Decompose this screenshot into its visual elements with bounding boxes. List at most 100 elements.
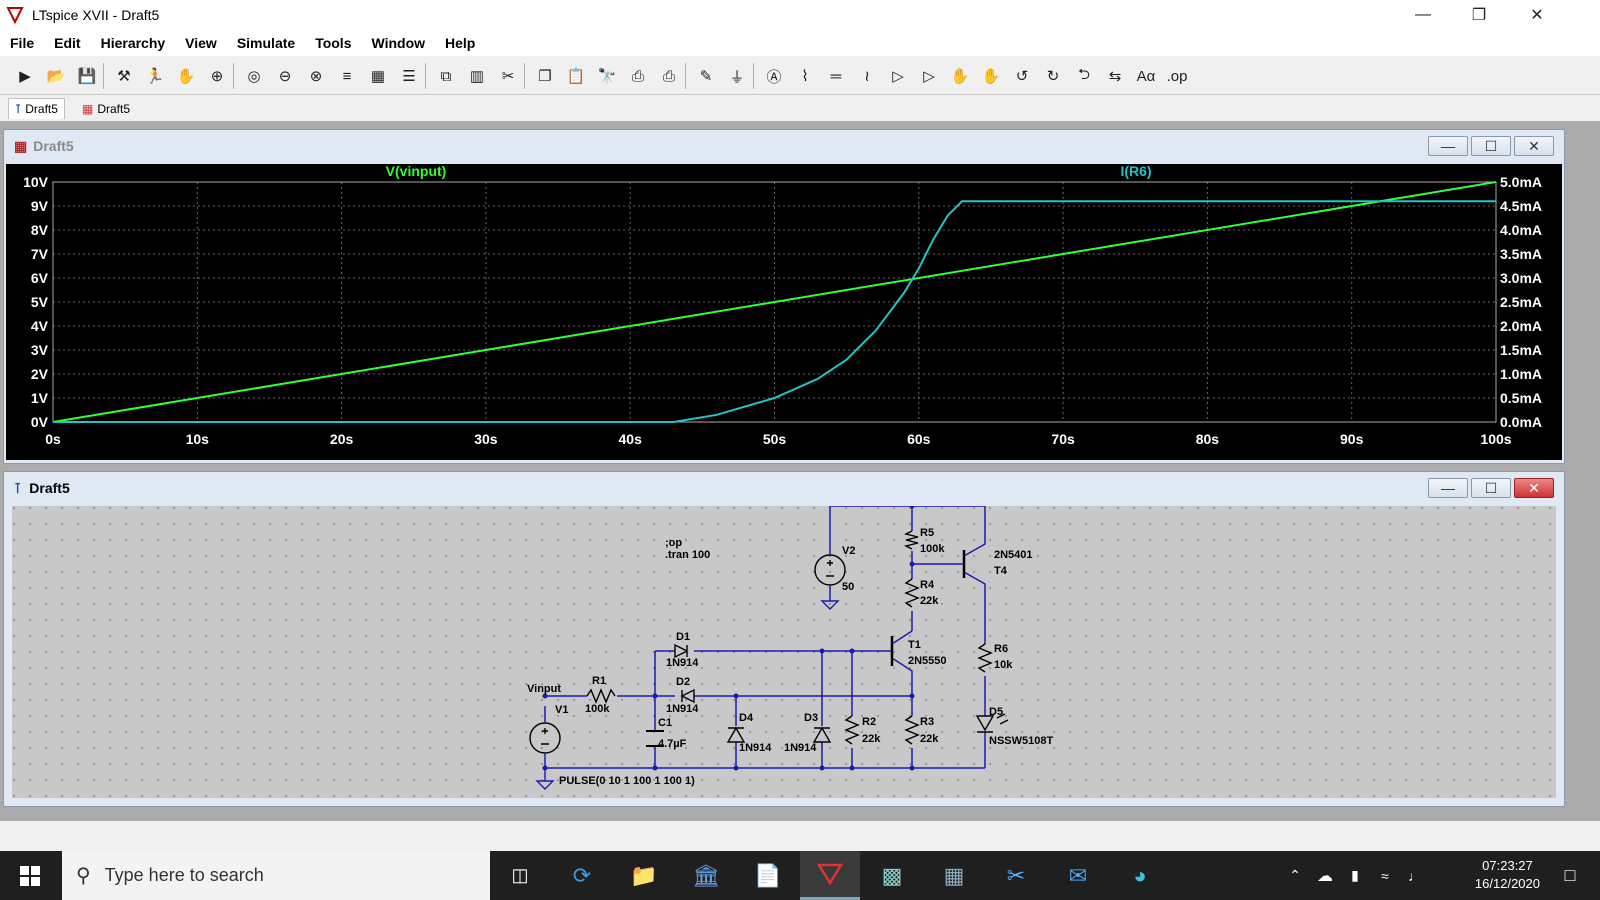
- label-r2-val[interactable]: 22k: [862, 733, 881, 745]
- wifi-icon[interactable]: ≈: [1370, 851, 1400, 900]
- rotate-icon[interactable]: ⮌: [1071, 63, 1097, 89]
- zoom-cancel-icon[interactable]: ⊗: [303, 63, 329, 89]
- waveform-close-button[interactable]: ✕: [1514, 136, 1554, 156]
- directive-tran[interactable]: .tran 100: [665, 549, 710, 561]
- minimize-window-button[interactable]: —: [1400, 0, 1446, 30]
- menu-hierarchy[interactable]: Hierarchy: [91, 35, 176, 51]
- document-app-icon[interactable]: 📄: [738, 851, 798, 900]
- volume-icon[interactable]: ♩: [1400, 851, 1430, 900]
- label-t1-val[interactable]: 2N5550: [908, 655, 947, 667]
- start-button[interactable]: [0, 851, 60, 900]
- label-d3-val[interactable]: 1N914: [784, 742, 817, 754]
- label-t1[interactable]: T1: [908, 639, 921, 651]
- mirror-icon[interactable]: ⇆: [1102, 63, 1128, 89]
- save-icon[interactable]: 💾: [74, 63, 100, 89]
- menu-view[interactable]: View: [175, 35, 227, 51]
- onedrive-icon[interactable]: ☁: [1310, 851, 1340, 900]
- paste-icon[interactable]: 📋: [563, 63, 589, 89]
- label-vinput[interactable]: Vinput: [527, 683, 561, 695]
- label-r3-val[interactable]: 22k: [920, 733, 939, 745]
- waveform-maximize-button[interactable]: ☐: [1471, 136, 1511, 156]
- label-d4-val[interactable]: 1N914: [739, 742, 772, 754]
- edge-browser-icon[interactable]: ◕: [1110, 851, 1170, 900]
- diode-icon[interactable]: ▷: [885, 63, 911, 89]
- close-window-button[interactable]: ✕: [1514, 0, 1560, 30]
- menu-tools[interactable]: Tools: [305, 35, 361, 51]
- grid-icon[interactable]: ▦: [365, 63, 391, 89]
- spice-directive-icon[interactable]: .op: [1164, 63, 1190, 89]
- waveform-minimize-button[interactable]: —: [1428, 136, 1468, 156]
- halt-icon[interactable]: ✋: [173, 63, 199, 89]
- notes-app-icon[interactable]: ▩: [862, 851, 922, 900]
- label-t4[interactable]: T4: [994, 565, 1008, 577]
- menu-file[interactable]: File: [0, 35, 44, 51]
- label-v1[interactable]: V1: [555, 704, 568, 716]
- label-d5[interactable]: D5: [989, 706, 1003, 718]
- copy-icon[interactable]: ❐: [532, 63, 558, 89]
- snipping-tool-icon[interactable]: ✂: [986, 851, 1046, 900]
- file-explorer-icon[interactable]: 📁: [614, 851, 674, 900]
- schematic-window[interactable]: ⊺ Draft5 — ☐ ✕ ;op .tran 100 Vinput V1 P…: [3, 471, 1565, 807]
- find-icon[interactable]: 🔭: [594, 63, 620, 89]
- clock[interactable]: 07:23:27 16/12/2020: [1475, 857, 1540, 893]
- label-r4[interactable]: R4: [920, 579, 935, 591]
- notifications-icon[interactable]: □: [1540, 851, 1600, 900]
- new-schematic-icon[interactable]: ▶: [12, 63, 38, 89]
- label-d4[interactable]: D4: [739, 712, 754, 724]
- sync-app-icon[interactable]: ⟳: [552, 851, 612, 900]
- tile-vertical-icon[interactable]: ▥: [464, 63, 490, 89]
- schematic-close-button[interactable]: ✕: [1514, 478, 1554, 498]
- autorange-icon[interactable]: ≡: [334, 63, 360, 89]
- taskbar-search[interactable]: ⚲ Type here to search: [62, 851, 490, 900]
- calculator-icon[interactable]: ▦: [924, 851, 984, 900]
- label-r6[interactable]: R6: [994, 643, 1008, 655]
- menu-help[interactable]: Help: [435, 35, 485, 51]
- move-icon[interactable]: ✋: [947, 63, 973, 89]
- label-r2[interactable]: R2: [862, 716, 876, 728]
- ltspice-taskbar-icon[interactable]: [800, 851, 860, 900]
- label-r1[interactable]: R1: [592, 675, 606, 687]
- label-r3[interactable]: R3: [920, 716, 934, 728]
- label-r5-val[interactable]: 100k: [920, 543, 945, 555]
- bank-app-icon[interactable]: 🏛: [676, 851, 736, 900]
- waveform-window[interactable]: ▦ Draft5 — ☐ ✕ 0s 10s 20s 30s 40s 50s 60s 70s 80…: [3, 129, 1565, 464]
- capacitor-icon[interactable]: ═: [823, 63, 849, 89]
- print-setup-icon[interactable]: ⎙: [625, 63, 651, 89]
- label-pulse[interactable]: PULSE(0 10 1 100 1 100 1): [559, 775, 695, 787]
- label-r6-val[interactable]: 10k: [994, 659, 1013, 671]
- label-d1[interactable]: D1: [676, 631, 690, 643]
- mail-icon[interactable]: ✉: [1048, 851, 1108, 900]
- label-v2[interactable]: V2: [842, 545, 855, 557]
- label-v2-val[interactable]: 50: [842, 581, 854, 593]
- resistor-icon[interactable]: ⌇: [792, 63, 818, 89]
- directive-op[interactable]: ;op: [665, 537, 682, 549]
- ground-icon[interactable]: ⏚: [724, 63, 750, 89]
- schematic-canvas[interactable]: ;op .tran 100 Vinput V1 PULSE(0 10 1 100…: [12, 506, 1556, 798]
- label-r4-val[interactable]: 22k: [920, 595, 939, 607]
- battery-icon[interactable]: ▮: [1340, 851, 1370, 900]
- zoom-out-icon[interactable]: ⊖: [272, 63, 298, 89]
- print-icon[interactable]: ⎙: [656, 63, 682, 89]
- cut-icon[interactable]: ✂: [495, 63, 521, 89]
- drag-icon[interactable]: ✋: [978, 63, 1004, 89]
- menu-simulate[interactable]: Simulate: [227, 35, 305, 51]
- label-t4-val[interactable]: 2N5401: [994, 549, 1033, 561]
- wire-icon[interactable]: ✎: [693, 63, 719, 89]
- tab-waveform[interactable]: ▦ Draft5: [76, 98, 136, 119]
- task-view-icon[interactable]: ◫: [490, 851, 550, 900]
- tab-schematic[interactable]: ⊺ Draft5: [8, 98, 65, 119]
- restore-window-button[interactable]: ❐: [1456, 0, 1502, 30]
- menu-edit[interactable]: Edit: [44, 35, 90, 51]
- label-d3[interactable]: D3: [804, 712, 818, 724]
- menu-window[interactable]: Window: [361, 35, 435, 51]
- schematic-maximize-button[interactable]: ☐: [1471, 478, 1511, 498]
- label-d2[interactable]: D2: [676, 676, 690, 688]
- undo-icon[interactable]: ↺: [1009, 63, 1035, 89]
- zoom-fit-icon[interactable]: ◎: [241, 63, 267, 89]
- waveform-plot[interactable]: 0s 10s 20s 30s 40s 50s 60s 70s 80s 90s 100s 10V 9V 8V…: [6, 164, 1562, 460]
- tile-horizontal-icon[interactable]: ☰: [396, 63, 422, 89]
- label-d2-val[interactable]: 1N914: [666, 703, 699, 715]
- component-icon[interactable]: ▷: [916, 63, 942, 89]
- label-icon[interactable]: Ⓐ: [761, 63, 787, 89]
- run-icon[interactable]: 🏃: [142, 63, 168, 89]
